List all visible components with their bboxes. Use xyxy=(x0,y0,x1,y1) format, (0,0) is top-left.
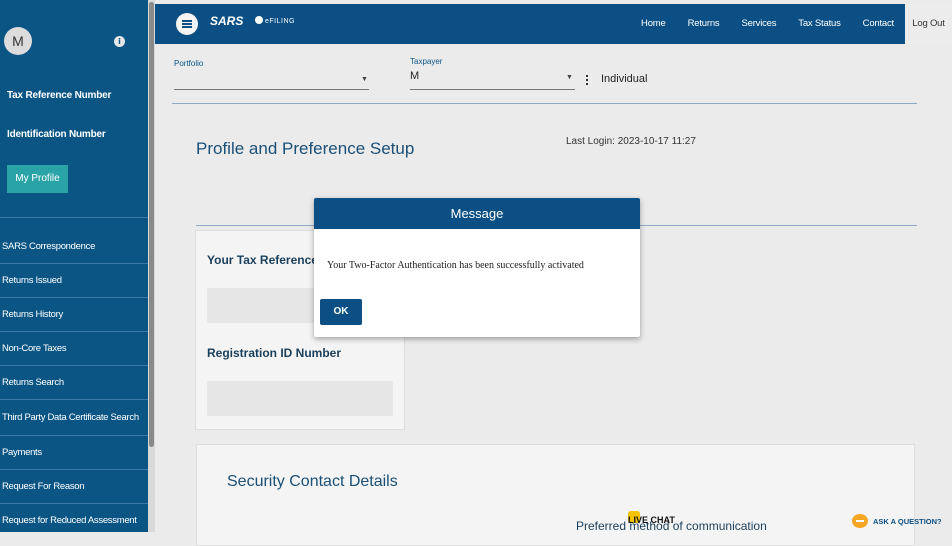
sidebar-item-returns-history[interactable]: Returns History xyxy=(0,298,148,332)
sidebar-item-returns-search[interactable]: Returns Search xyxy=(0,366,148,400)
efiling-logo: eFILING xyxy=(255,16,295,25)
nav-returns[interactable]: Returns xyxy=(677,4,731,44)
top-nav: Home Returns Services Tax Status Contact… xyxy=(630,4,952,44)
taxpayer-label: Taxpayer xyxy=(410,57,443,66)
sidebar-item-sars-correspondence[interactable]: SARS Correspondence xyxy=(0,230,148,264)
nav-services[interactable]: Services xyxy=(730,4,787,44)
taxpayer-select[interactable]: M xyxy=(410,70,419,82)
tax-reference-heading: Your Tax Reference N xyxy=(207,253,330,267)
info-icon[interactable]: i xyxy=(114,36,125,47)
taxpayer-type: Individual xyxy=(601,73,648,85)
sidebar-scrollbar[interactable] xyxy=(148,0,155,532)
sidebar: M i Tax Reference Number Identification … xyxy=(0,0,148,532)
sidebar-item-returns-issued[interactable]: Returns Issued xyxy=(0,264,148,298)
avatar[interactable]: M xyxy=(4,27,32,55)
page-title: Profile and Preference Setup xyxy=(196,139,415,158)
logout-button[interactable]: Log Out xyxy=(905,4,952,44)
sidebar-menu: SARS Correspondence Returns Issued Retur… xyxy=(0,230,148,532)
tax-reference-label: Tax Reference Number xyxy=(7,90,112,101)
sars-logo[interactable]: SARS xyxy=(210,14,243,28)
ok-button[interactable]: OK xyxy=(320,299,362,325)
taxpayer-chevron-down-icon[interactable]: ▼ xyxy=(566,74,573,81)
portfolio-underline xyxy=(174,89,369,90)
speech-bubble-icon[interactable] xyxy=(852,514,868,528)
sidebar-divider xyxy=(0,217,148,218)
message-dialog: Message Your Two-Factor Authentication h… xyxy=(314,198,640,337)
sidebar-item-request-reduced-assessment[interactable]: Request for Reduced Assessment xyxy=(0,504,148,532)
live-chat-button[interactable]: LIVE CHAT xyxy=(628,515,675,525)
sidebar-item-third-party-data[interactable]: Third Party Data Certificate Search xyxy=(0,400,148,436)
efiling-dot-icon xyxy=(255,16,263,24)
nav-home[interactable]: Home xyxy=(630,4,677,44)
more-options-icon[interactable] xyxy=(586,75,588,87)
scrollbar-thumb[interactable] xyxy=(149,2,154,447)
dialog-title: Message xyxy=(314,198,640,229)
sidebar-item-non-core-taxes[interactable]: Non-Core Taxes xyxy=(0,332,148,366)
my-profile-button[interactable]: My Profile xyxy=(7,165,68,193)
registration-id-field xyxy=(207,381,393,416)
nav-tax-status[interactable]: Tax Status xyxy=(787,4,851,44)
taxpayer-underline xyxy=(410,89,575,90)
portfolio-label: Portfolio xyxy=(174,59,204,68)
last-login: Last Login: 2023-10-17 11:27 xyxy=(566,136,696,147)
ask-question-button[interactable]: ASK A QUESTION? xyxy=(873,517,942,526)
dialog-message: Your Two-Factor Authentication has been … xyxy=(327,260,584,271)
sidebar-item-payments[interactable]: Payments xyxy=(0,436,148,470)
identification-label: Identification Number xyxy=(7,129,106,140)
sidebar-item-request-for-reason[interactable]: Request For Reason xyxy=(0,470,148,504)
top-header: SARS eFILING Home Returns Services Tax S… xyxy=(155,4,952,44)
registration-id-heading: Registration ID Number xyxy=(207,346,342,360)
portfolio-chevron-down-icon[interactable]: ▼ xyxy=(361,76,368,83)
efiling-label: eFILING xyxy=(265,18,295,25)
security-contact-title: Security Contact Details xyxy=(227,473,398,490)
hamburger-menu-icon[interactable] xyxy=(176,13,198,35)
nav-contact[interactable]: Contact xyxy=(852,4,905,44)
filter-divider xyxy=(172,103,917,104)
security-contact-card: Security Contact Details xyxy=(196,444,915,546)
